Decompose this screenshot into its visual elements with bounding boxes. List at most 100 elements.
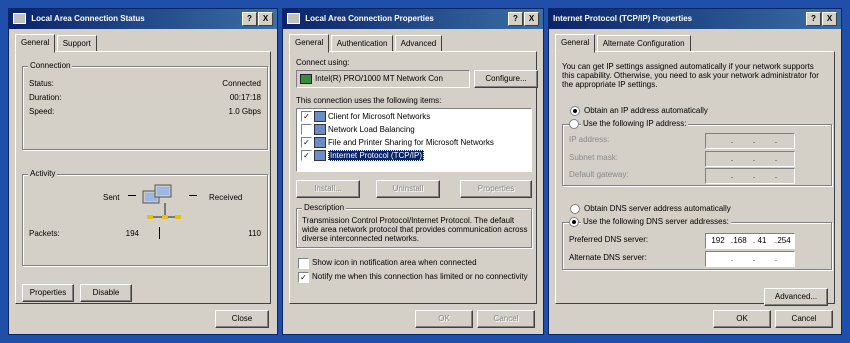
status-titlebar[interactable]: Local Area Connection Status ? X [9, 9, 277, 29]
item-label: Client for Microsoft Networks [328, 112, 431, 121]
tab-general[interactable]: General [15, 34, 56, 53]
ok-button[interactable]: OK [713, 310, 771, 328]
items-label: This connection uses the following items… [296, 96, 442, 105]
help-button[interactable]: ? [242, 12, 257, 26]
description-group: Description Transmission Control Protoco… [296, 203, 532, 248]
ip-dot: . [752, 254, 756, 263]
network-icon [13, 13, 26, 25]
list-item[interactable]: ✓ File and Printer Sharing for Microsoft … [301, 137, 494, 149]
description-text: Transmission Control Protocol/Internet P… [302, 216, 528, 243]
notify-label: Notify me when this connection has limit… [312, 272, 528, 281]
preferred-dns-field[interactable]: 192 . 168 . 41 . 254 [705, 233, 795, 249]
ip-dot: . [752, 171, 756, 180]
list-item[interactable]: ✓ Internet Protocol (TCP/IP) [301, 150, 425, 162]
subnet-field[interactable]: . . . [705, 151, 795, 167]
gateway-label: Default gateway: [569, 170, 629, 179]
obtain-ip-label: Obtain an IP address automatically [584, 106, 708, 115]
close-button[interactable]: Close [215, 310, 269, 328]
ip-dot: . [752, 136, 756, 145]
packets-label: Packets: [29, 229, 60, 238]
notify-checkbox[interactable]: ✓ [298, 272, 309, 283]
ip-dot: . [730, 254, 734, 263]
dns-group: Use the following DNS server addresses: … [562, 217, 832, 270]
cancel-button[interactable]: Cancel [775, 310, 833, 328]
ok-button[interactable]: OK [415, 310, 473, 328]
item-checkbox[interactable]: ✓ [301, 150, 312, 162]
network-activity-icon [142, 184, 181, 219]
general-panel: Connect using: Intel(R) PRO/1000 MT Netw… [289, 51, 538, 304]
group-legend: Description [302, 203, 347, 212]
duration-label: Duration: [29, 93, 62, 102]
ip-dot: . [730, 171, 734, 180]
item-label: Internet Protocol (TCP/IP) [328, 150, 425, 161]
activity-group: Activity Sent Received Packets: 194 110 [22, 169, 268, 266]
static-ip-group: Use the following IP address: IP address… [562, 119, 832, 186]
protocol-icon [314, 150, 326, 162]
item-checkbox[interactable]: ✓ [301, 137, 312, 149]
item-checkbox[interactable] [301, 124, 312, 136]
obtain-ip-radio[interactable] [570, 106, 580, 116]
speed-value: 1.0 Gbps [228, 107, 261, 116]
ip-dot: . [774, 254, 778, 263]
adapter-name: Intel(R) PRO/1000 MT Network Con [315, 74, 443, 83]
sent-packets: 194 [125, 229, 139, 238]
alternate-dns-label: Alternate DNS server: [569, 253, 647, 262]
obtain-dns-radio[interactable] [570, 204, 580, 214]
use-dns-label: Use the following DNS server addresses: [581, 217, 731, 226]
alternate-dns-field[interactable]: . . . [705, 251, 795, 267]
item-checkbox[interactable]: ✓ [301, 111, 312, 123]
status-window: Local Area Connection Status ? X General… [8, 8, 278, 335]
ip-dot: . [730, 136, 734, 145]
ip-address-field[interactable]: . . . [705, 133, 795, 149]
ip-dot: . [774, 171, 778, 180]
help-button[interactable]: ? [806, 12, 821, 26]
tab-support[interactable]: Support [56, 35, 97, 52]
general-panel: You can get IP settings assigned automat… [555, 51, 835, 306]
install-button[interactable]: Install... [296, 180, 360, 198]
uninstall-button[interactable]: Uninstall [376, 180, 440, 198]
item-label: File and Printer Sharing for Microsoft N… [328, 138, 494, 147]
close-icon[interactable]: X [258, 12, 273, 26]
duration-value: 00:17:18 [229, 93, 261, 102]
tcpip-window: Internet Protocol (TCP/IP) Properties ? … [548, 8, 842, 335]
tab-general[interactable]: General [555, 34, 596, 53]
protocol-icon [314, 124, 326, 136]
cancel-button[interactable]: Cancel [477, 310, 535, 328]
tab-general[interactable]: General [289, 34, 330, 53]
list-item[interactable]: ✓ Client for Microsoft Networks [301, 111, 430, 123]
tab-advanced[interactable]: Advanced [394, 35, 443, 52]
tcpip-titlebar[interactable]: Internet Protocol (TCP/IP) Properties ? … [549, 9, 841, 29]
advanced-button[interactable]: Advanced... [764, 288, 828, 306]
properties-button[interactable]: Properties [460, 180, 532, 198]
tab-authentication[interactable]: Authentication [330, 35, 394, 52]
adapter-icon [300, 74, 312, 84]
adapter-field: Intel(R) PRO/1000 MT Network Con [296, 70, 470, 88]
obtain-dns-label: Obtain DNS server address automatically [584, 204, 731, 213]
status-label: Status: [29, 79, 54, 88]
properties-button[interactable]: Properties [22, 284, 74, 302]
use-dns-radio[interactable] [569, 217, 579, 227]
window-title: Local Area Connection Properties [305, 14, 434, 23]
disable-button[interactable]: Disable [80, 284, 132, 302]
gateway-field[interactable]: . . . [705, 168, 795, 184]
show-icon-label: Show icon in notification area when conn… [312, 258, 477, 267]
help-button[interactable]: ? [508, 12, 523, 26]
list-item[interactable]: Network Load Balancing [301, 124, 415, 136]
intro-text: You can get IP settings assigned automat… [562, 62, 819, 89]
status-value: Connected [222, 79, 261, 88]
close-icon[interactable]: X [524, 12, 539, 26]
properties-titlebar[interactable]: Local Area Connection Properties ? X [283, 9, 543, 29]
ip-dot: . [774, 136, 778, 145]
tab-alternate-configuration[interactable]: Alternate Configuration [596, 35, 691, 52]
show-icon-checkbox[interactable] [298, 258, 309, 269]
close-icon[interactable]: X [822, 12, 837, 26]
ip-dot: . [774, 154, 778, 163]
dns-octet: 254 [777, 236, 791, 245]
ip-dot: . [730, 154, 734, 163]
sent-label: Sent [103, 193, 120, 202]
window-title: Internet Protocol (TCP/IP) Properties [553, 14, 693, 23]
separator-line [128, 195, 136, 196]
use-ip-radio[interactable] [569, 119, 579, 129]
network-icon [287, 13, 300, 25]
configure-button[interactable]: Configure... [474, 70, 538, 88]
